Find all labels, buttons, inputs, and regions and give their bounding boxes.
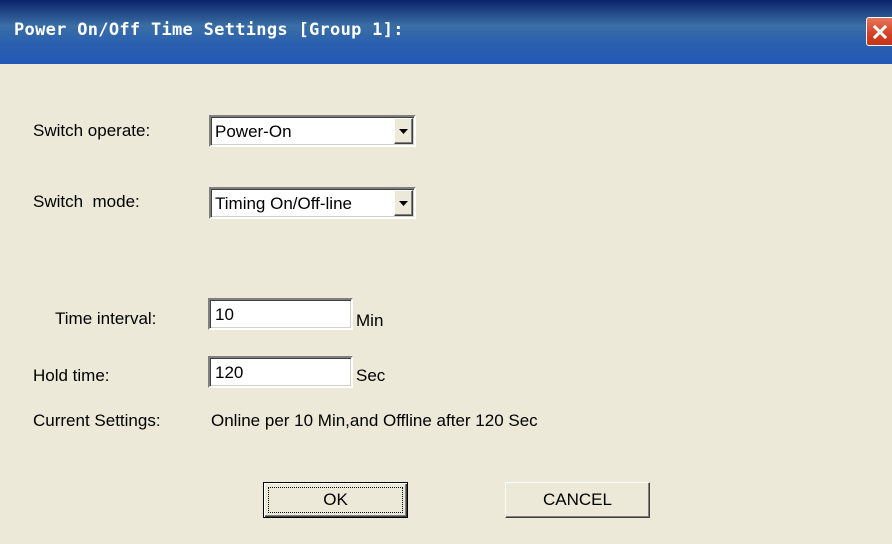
dropdown-arrow-icon: [399, 122, 408, 140]
close-button[interactable]: [866, 17, 892, 46]
switch-operate-label: Switch operate:: [33, 121, 151, 140]
switch-operate-select[interactable]: Power-On: [209, 115, 416, 147]
time-interval-input[interactable]: 10: [208, 298, 353, 330]
switch-mode-dropdown-button[interactable]: [394, 190, 413, 216]
focus-rectangle: [268, 487, 403, 513]
hold-time-label: Hold time:: [33, 366, 110, 385]
hold-time-input[interactable]: 120: [208, 356, 353, 388]
switch-operate-value: Power-On: [215, 122, 292, 141]
current-settings-value: Online per 10 Min,and Offline after 120 …: [211, 411, 538, 430]
title-bar[interactable]: Power On/Off Time Settings [Group 1]:: [0, 0, 892, 64]
current-settings-label: Current Settings:: [33, 411, 161, 430]
power-time-settings-dialog: Power On/Off Time Settings [Group 1]: Sw…: [0, 0, 892, 544]
time-interval-unit: Min: [356, 311, 384, 330]
ok-button[interactable]: OK: [263, 482, 408, 518]
switch-mode-value: Timing On/Off-line: [215, 194, 352, 213]
switch-mode-select[interactable]: Timing On/Off-line: [209, 187, 416, 219]
switch-operate-dropdown-button[interactable]: [394, 118, 413, 144]
close-icon: [872, 24, 888, 40]
switch-mode-label: Switch mode:: [33, 192, 140, 211]
cancel-button-label: CANCEL: [543, 490, 612, 509]
hold-time-unit: Sec: [356, 366, 386, 385]
dropdown-arrow-icon: [399, 194, 408, 212]
time-interval-label: Time interval:: [55, 309, 157, 328]
cancel-button[interactable]: CANCEL: [505, 482, 650, 518]
dialog-title: Power On/Off Time Settings [Group 1]:: [14, 20, 404, 40]
